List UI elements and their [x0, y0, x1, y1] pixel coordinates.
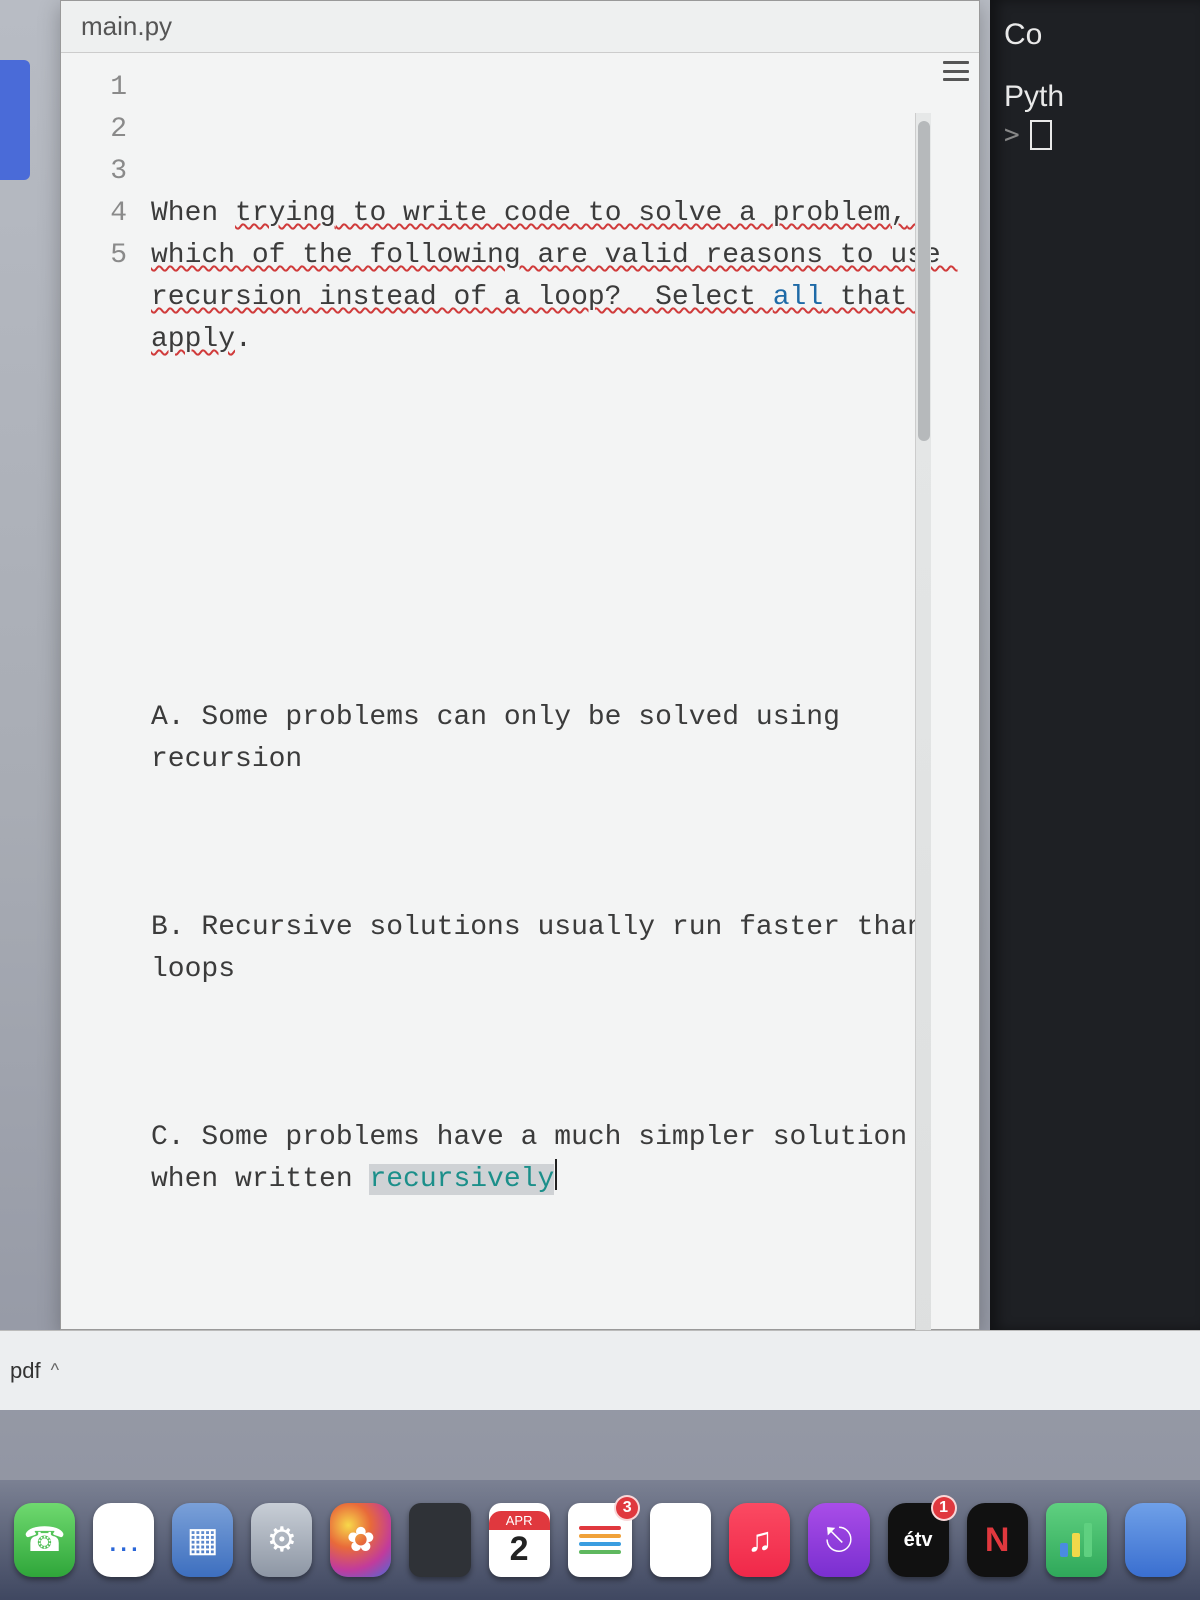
calendar-icon[interactable]: APR 2: [489, 1503, 550, 1577]
reminders-icon[interactable]: 3: [568, 1503, 633, 1577]
line-number: 1: [61, 67, 127, 109]
badge: 3: [614, 1495, 640, 1521]
badge: 1: [931, 1495, 957, 1521]
editor-tab-bar: main.py: [61, 1, 979, 53]
line-number: 5: [61, 235, 127, 277]
calendar-day-label: 2: [510, 1530, 529, 1569]
spell-squiggle: trying: [235, 198, 336, 229]
prompt-caret-icon: >: [1004, 120, 1020, 150]
spell-squiggle: apply: [151, 324, 235, 355]
notes-icon[interactable]: [650, 1503, 711, 1577]
console-cursor: [1030, 120, 1052, 150]
launchpad-icon[interactable]: ▦: [172, 1503, 233, 1577]
editor-right-gutter: [933, 53, 979, 1329]
code-line[interactable]: A. Some problems can only be solved usin…: [151, 697, 961, 781]
facetime-icon[interactable]: ☎: [14, 1503, 75, 1577]
code-line[interactable]: [151, 529, 961, 571]
messages-icon[interactable]: …: [93, 1503, 154, 1577]
code-line[interactable]: When trying to write code to solve a pro…: [151, 193, 961, 403]
music-icon[interactable]: ♫: [729, 1503, 790, 1577]
spell-squiggle: problem: [773, 198, 891, 229]
line-number: 4: [61, 193, 127, 235]
tv-label: étv: [904, 1529, 933, 1552]
console-prompt[interactable]: >: [1004, 120, 1186, 150]
line-number: 3: [61, 151, 127, 193]
editor-body[interactable]: 1 2 3 4 5 When trying to write code to s…: [61, 53, 979, 1329]
text-cursor: [555, 1159, 557, 1190]
hamburger-icon[interactable]: [943, 61, 969, 81]
text: When: [151, 198, 235, 229]
console-title: Co: [1004, 18, 1186, 52]
keyword-all: all: [773, 282, 823, 313]
chevron-up-icon[interactable]: ^: [51, 1360, 59, 1381]
spell-squiggle: instead of a loop? Select: [302, 282, 772, 313]
macos-dock: ☎ … ▦ ⚙ ✿ APR 2 3 ♫ ⎋ étv 1 N: [0, 1480, 1200, 1600]
spell-squiggle: recursion: [151, 282, 302, 313]
numbers-icon[interactable]: [1046, 1503, 1107, 1577]
downloads-shelf: pdf ^: [0, 1330, 1200, 1410]
netflix-icon[interactable]: N: [967, 1503, 1028, 1577]
settings-icon[interactable]: ⚙: [251, 1503, 312, 1577]
spell-squiggle: that: [823, 282, 924, 313]
code-line[interactable]: B. Recursive solutions usually run faste…: [151, 907, 961, 991]
code-editor-window: main.py 1 2 3 4 5 When trying to write c…: [60, 0, 980, 1330]
selected-word: recursively: [369, 1164, 554, 1195]
line-number: 2: [61, 109, 127, 151]
calendar-month-label: APR: [489, 1511, 550, 1530]
scrollbar-thumb[interactable]: [918, 121, 930, 441]
console-panel: Co Pyth >: [990, 0, 1200, 1330]
editor-tab-filename[interactable]: main.py: [81, 11, 172, 42]
spell-squiggle: to write code to solve a: [336, 198, 773, 229]
apple-tv-icon[interactable]: étv 1: [888, 1503, 949, 1577]
photos-icon[interactable]: ✿: [330, 1503, 391, 1577]
line-number-gutter: 1 2 3 4 5: [61, 53, 141, 1329]
podcasts-icon[interactable]: ⎋: [808, 1503, 869, 1577]
dark-app-icon[interactable]: [409, 1503, 470, 1577]
generic-app-icon[interactable]: [1125, 1503, 1186, 1577]
console-subtitle: Pyth: [1004, 80, 1186, 114]
vertical-scrollbar[interactable]: [915, 113, 931, 1363]
text: .: [235, 324, 252, 355]
download-item[interactable]: pdf: [10, 1358, 41, 1384]
code-line[interactable]: C. Some problems have a much simpler sol…: [151, 1117, 961, 1201]
code-area[interactable]: When trying to write code to solve a pro…: [141, 53, 979, 1329]
other-window-sliver: [0, 60, 30, 180]
